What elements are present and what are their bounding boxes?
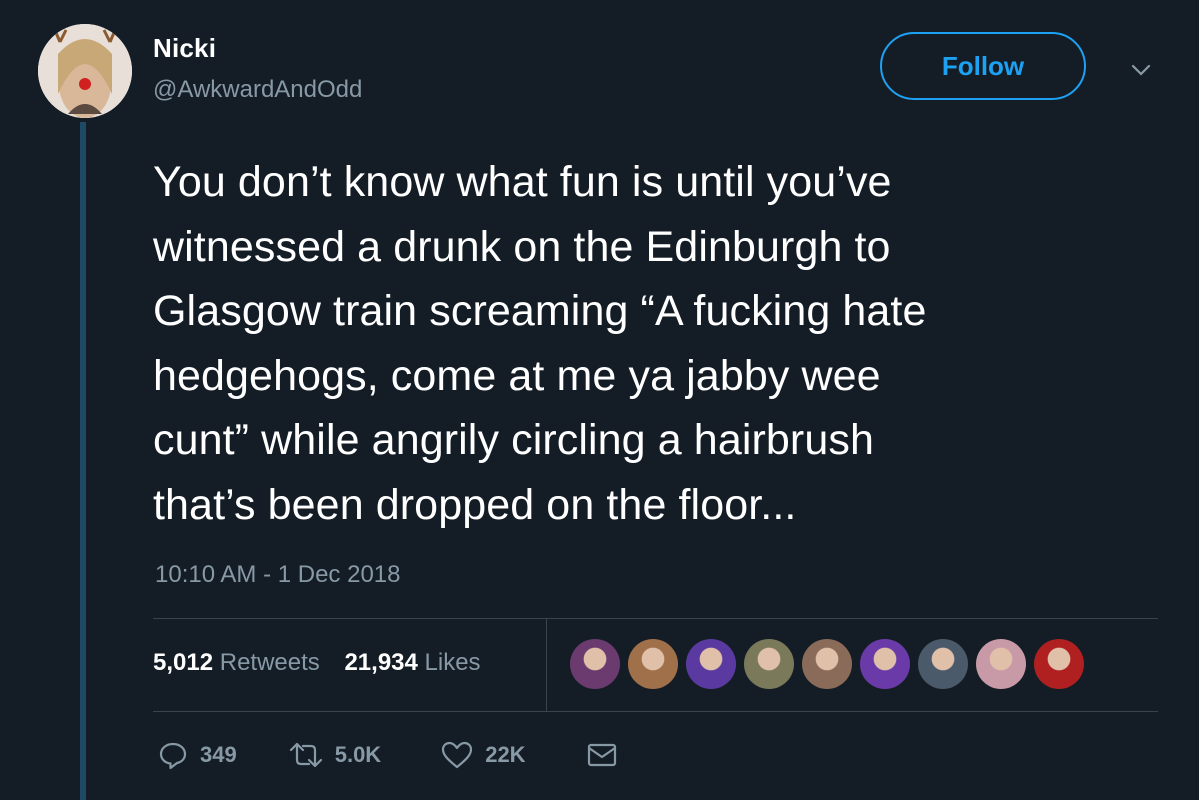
liker-avatar[interactable] — [802, 639, 852, 689]
reply-count: 349 — [200, 742, 237, 767]
retweets-label: Retweets — [219, 649, 320, 676]
divider-bottom — [153, 711, 1158, 712]
retweets-count: 5,012 — [153, 649, 214, 676]
message-icon — [587, 743, 616, 767]
retweets-stat[interactable]: 5,012 Retweets — [153, 649, 320, 677]
like-count: 22K — [485, 742, 526, 767]
like-button[interactable]: 22K — [441, 740, 526, 770]
liker-avatar[interactable] — [1034, 639, 1084, 689]
user-name[interactable]: Nicki — [153, 33, 216, 64]
avatar[interactable] — [38, 24, 132, 118]
message-button[interactable] — [586, 741, 630, 769]
follow-button[interactable]: Follow — [880, 32, 1086, 100]
retweet-count: 5.0K — [334, 742, 382, 767]
like-icon — [442, 741, 473, 769]
tweet-timestamp[interactable]: 10:10 AM - 1 Dec 2018 — [155, 561, 400, 589]
reply-button[interactable]: 349 — [158, 740, 237, 770]
divider-top — [153, 618, 1158, 619]
liker-avatar[interactable] — [860, 639, 910, 689]
liker-avatar[interactable] — [628, 639, 678, 689]
liker-avatar[interactable] — [918, 639, 968, 689]
likes-count: 21,934 — [344, 649, 418, 676]
divider-vertical — [546, 619, 547, 711]
thread-line — [80, 122, 86, 800]
tweet-text: You don’t know what fun is until you’ve … — [153, 158, 927, 529]
likes-label: Likes — [424, 649, 481, 676]
tweet-actions: 349 5.0K 22K — [158, 740, 630, 770]
reply-icon — [159, 742, 187, 770]
user-handle[interactable]: @AwkwardAndOdd — [153, 76, 362, 104]
liker-avatar[interactable] — [744, 639, 794, 689]
engagement-stats: 5,012 Retweets 21,934 Likes — [153, 649, 499, 677]
retweet-button[interactable]: 5.0K — [289, 740, 381, 770]
likes-stat[interactable]: 21,934 Likes — [344, 649, 480, 677]
chevron-down-icon[interactable] — [1127, 56, 1155, 84]
liker-avatar[interactable] — [686, 639, 736, 689]
retweet-icon — [289, 742, 322, 768]
likers-avatars — [570, 639, 1092, 689]
liker-avatar[interactable] — [570, 639, 620, 689]
liker-avatar[interactable] — [976, 639, 1026, 689]
